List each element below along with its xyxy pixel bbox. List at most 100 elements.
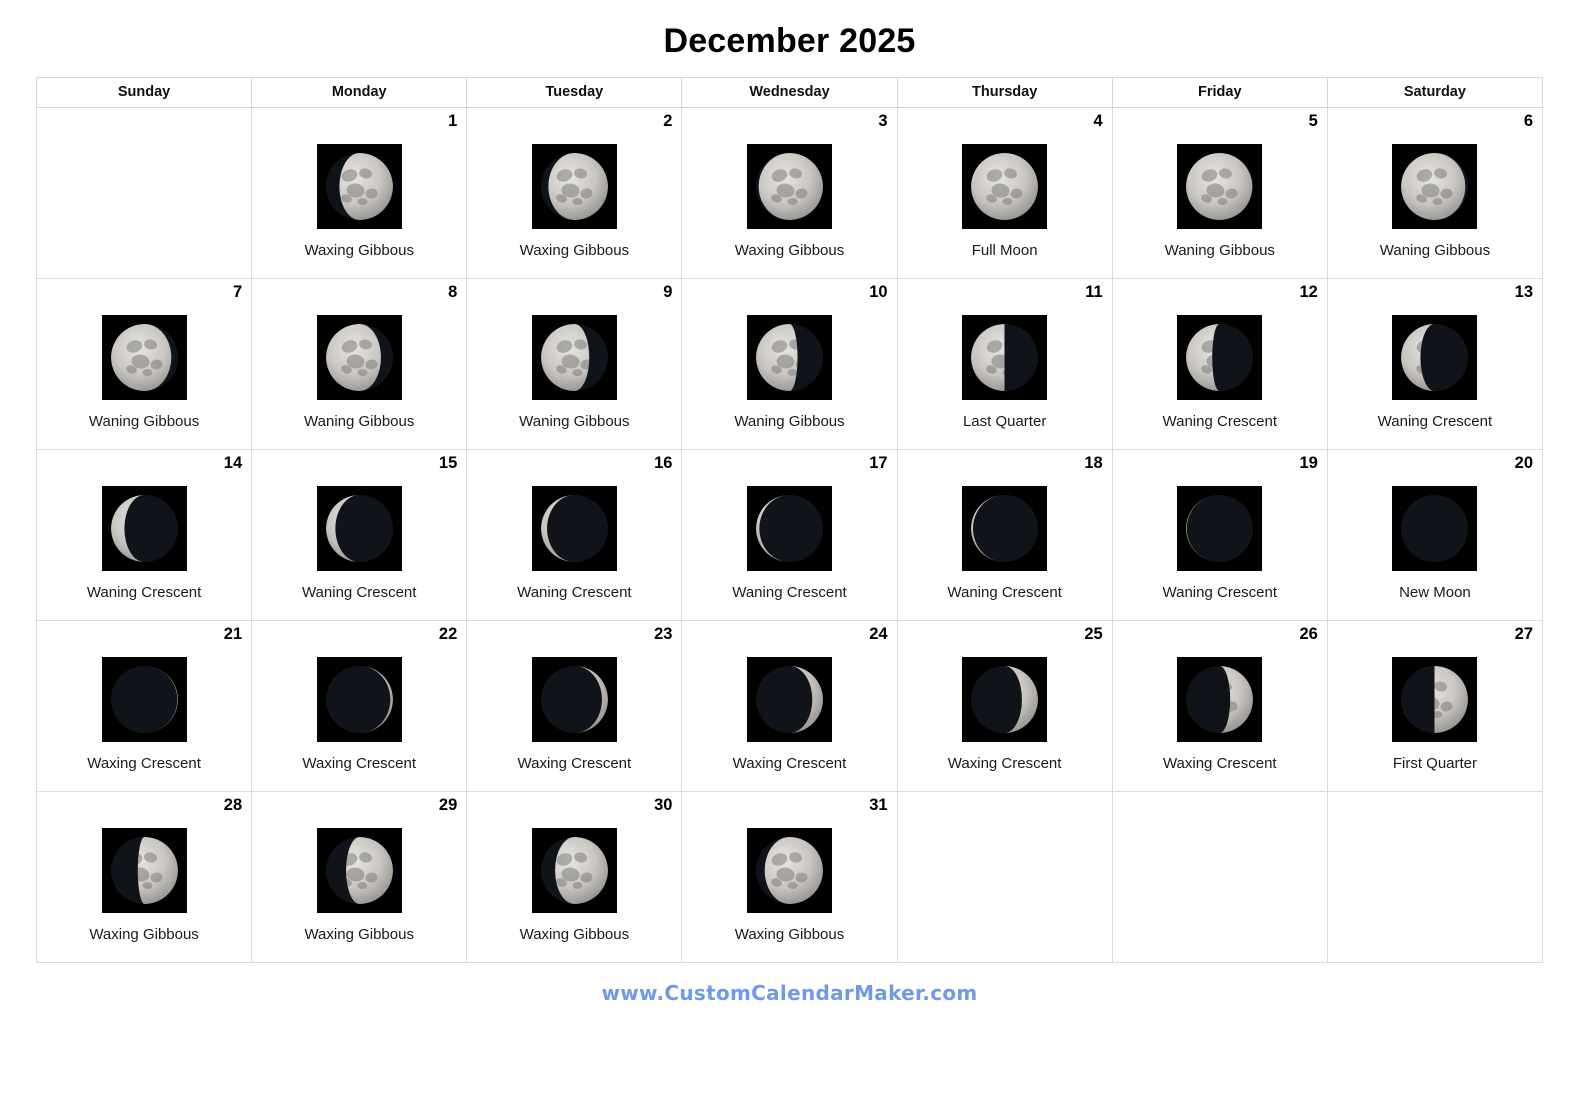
- moon-phase-label: Waning Crescent: [947, 584, 1062, 601]
- calendar-cell-empty: [1326, 791, 1544, 963]
- day-cell-content: Last Quarter: [898, 279, 1112, 449]
- day-number: 12: [1299, 283, 1318, 301]
- day-cell-content: Waxing Gibbous: [252, 108, 466, 278]
- moon-phase-label: Waxing Crescent: [302, 755, 417, 772]
- calendar-day-cell[interactable]: 24 Waxing Crescent: [681, 620, 898, 792]
- moon-phase-icon: [101, 657, 187, 742]
- day-cell-content: Waxing Gibbous: [682, 792, 896, 962]
- calendar-day-cell[interactable]: 14 Waning Crescent: [35, 449, 253, 621]
- day-cell-content: Waxing Crescent: [252, 621, 466, 791]
- calendar-cell-empty: [35, 107, 253, 279]
- day-number: 20: [1514, 454, 1533, 472]
- day-number: 14: [223, 454, 243, 472]
- day-number: 15: [438, 454, 458, 472]
- day-number: 23: [654, 625, 673, 643]
- calendar-day-cell[interactable]: 11 Last Quarter: [896, 278, 1113, 450]
- day-number: 17: [869, 454, 888, 472]
- day-number: 24: [869, 625, 888, 643]
- day-cell-content: Waning Gibbous: [1328, 108, 1542, 278]
- moon-phase-icon: [1392, 657, 1478, 742]
- day-cell-content: Waxing Crescent: [467, 621, 681, 791]
- weekday-header-row: Sunday Monday Tuesday Wednesday Thursday Frid…: [35, 77, 1544, 108]
- day-cell-content: First Quarter: [1328, 621, 1542, 791]
- moon-phase-icon: [746, 315, 832, 400]
- calendar-day-cell[interactable]: 10 Waning Gibbous: [681, 278, 898, 450]
- day-cell-content: Full Moon: [898, 108, 1112, 278]
- calendar-day-cell[interactable]: 20 New Moon: [1326, 449, 1544, 621]
- day-number: 22: [438, 625, 458, 643]
- calendar-week-row: 28 Waxing Gibbous 29 Waxing Gibbous 30 Waxing…: [35, 791, 1544, 963]
- day-number: 30: [654, 796, 673, 814]
- calendar-day-cell[interactable]: 25 Waxing Crescent: [896, 620, 1113, 792]
- moon-phase-label: Waxing Crescent: [517, 755, 632, 772]
- moon-phase-label: Waning Crescent: [86, 584, 202, 601]
- calendar-day-cell[interactable]: 9 Waning Gibbous: [466, 278, 683, 450]
- calendar-day-cell[interactable]: 18 Waning Crescent: [896, 449, 1113, 621]
- weekday-header-tuesday: Tuesday: [466, 77, 683, 108]
- day-cell-content: Waxing Crescent: [682, 621, 896, 791]
- calendar-page: December 2025 Sunday Monday Tuesday Wednesd…: [0, 0, 1579, 1116]
- calendar-day-cell[interactable]: 5 Waning Gibbous: [1111, 107, 1328, 279]
- custom-calendar-maker-link[interactable]: www.CustomCalendarMaker.com: [601, 981, 977, 1005]
- moon-phase-icon: [962, 486, 1048, 571]
- calendar-day-cell[interactable]: 29 Waxing Gibbous: [251, 791, 468, 963]
- weekday-header-friday: Friday: [1111, 77, 1328, 108]
- calendar-day-cell[interactable]: 13 Waning Crescent: [1326, 278, 1544, 450]
- moon-phase-label: Waning Gibbous: [519, 413, 630, 430]
- moon-phase-icon: [531, 144, 617, 229]
- moon-phase-icon: [316, 657, 402, 742]
- day-cell-content: Waning Gibbous: [252, 279, 466, 449]
- calendar-day-cell[interactable]: 1 Waxing Gibbous: [251, 107, 468, 279]
- calendar-day-cell[interactable]: 8 Waning Gibbous: [251, 278, 468, 450]
- calendar-header-row: Sunday Monday Tuesday Wednesday Thursday Frid…: [35, 77, 1544, 108]
- day-cell-content: Waning Gibbous: [682, 279, 896, 449]
- day-cell-content: Waxing Crescent: [37, 621, 251, 791]
- day-number: 1: [448, 112, 458, 130]
- moon-phase-icon: [962, 144, 1048, 229]
- calendar-day-cell[interactable]: 6 Waning Gibbous: [1326, 107, 1544, 279]
- day-cell-content: Waning Crescent: [37, 450, 251, 620]
- calendar-day-cell[interactable]: 4 Full Moon: [896, 107, 1113, 279]
- moon-phase-icon: [531, 657, 617, 742]
- moon-phase-label: Last Quarter: [962, 413, 1047, 430]
- day-number: 4: [1093, 112, 1103, 130]
- calendar-day-cell[interactable]: 27 First Quarter: [1326, 620, 1544, 792]
- calendar-day-cell[interactable]: 21 Waxing Crescent: [35, 620, 253, 792]
- calendar-day-cell[interactable]: 28 Waxing Gibbous: [35, 791, 253, 963]
- calendar-day-cell[interactable]: 17 Waning Crescent: [681, 449, 898, 621]
- day-cell-content: Waxing Gibbous: [252, 792, 466, 962]
- day-cell-content: Waning Crescent: [1113, 450, 1327, 620]
- calendar-day-cell[interactable]: 15 Waning Crescent: [251, 449, 468, 621]
- calendar-day-cell[interactable]: 30 Waxing Gibbous: [466, 791, 683, 963]
- day-number: 26: [1299, 625, 1318, 643]
- calendar-day-cell[interactable]: 22 Waxing Crescent: [251, 620, 468, 792]
- moon-phase-icon: [1392, 144, 1478, 229]
- day-cell-content: Waning Crescent: [682, 450, 896, 620]
- moon-phase-label: Waning Crescent: [517, 584, 632, 601]
- day-cell-content: Waning Gibbous: [37, 279, 251, 449]
- calendar-day-cell[interactable]: 7 Waning Gibbous: [35, 278, 253, 450]
- calendar-day-cell[interactable]: 23 Waxing Crescent: [466, 620, 683, 792]
- calendar-week-row: 14 Waning Crescent 15 Waning Crescent 16 Wani…: [35, 449, 1544, 621]
- moon-phase-icon: [531, 315, 617, 400]
- calendar-day-cell[interactable]: 12 Waning Crescent: [1111, 278, 1328, 450]
- moon-phase-label: Waxing Gibbous: [519, 926, 630, 943]
- calendar-day-cell[interactable]: 16 Waning Crescent: [466, 449, 683, 621]
- calendar-day-cell[interactable]: 2 Waxing Gibbous: [466, 107, 683, 279]
- moon-phase-icon: [962, 657, 1048, 742]
- calendar-week-row: 1 Waxing Gibbous 2 Waxing Gibbous 3 Waxing Gi…: [35, 107, 1544, 279]
- moon-phase-label: Waxing Gibbous: [304, 242, 414, 259]
- day-number: 9: [663, 283, 673, 301]
- moon-phase-calendar-table: Sunday Monday Tuesday Wednesday Thursday Frid…: [35, 77, 1544, 963]
- moon-phase-icon: [101, 486, 187, 571]
- calendar-day-cell[interactable]: 19 Waning Crescent: [1111, 449, 1328, 621]
- day-cell-content: Waning Crescent: [1328, 279, 1542, 449]
- moon-phase-label: New Moon: [1399, 584, 1471, 601]
- calendar-day-cell[interactable]: 31 Waxing Gibbous: [681, 791, 898, 963]
- moon-phase-icon: [316, 486, 402, 571]
- moon-phase-icon: [1177, 144, 1263, 229]
- moon-phase-label: Waxing Gibbous: [519, 242, 630, 259]
- calendar-day-cell[interactable]: 3 Waxing Gibbous: [681, 107, 898, 279]
- day-number: 5: [1308, 112, 1318, 130]
- calendar-day-cell[interactable]: 26 Waxing Crescent: [1111, 620, 1328, 792]
